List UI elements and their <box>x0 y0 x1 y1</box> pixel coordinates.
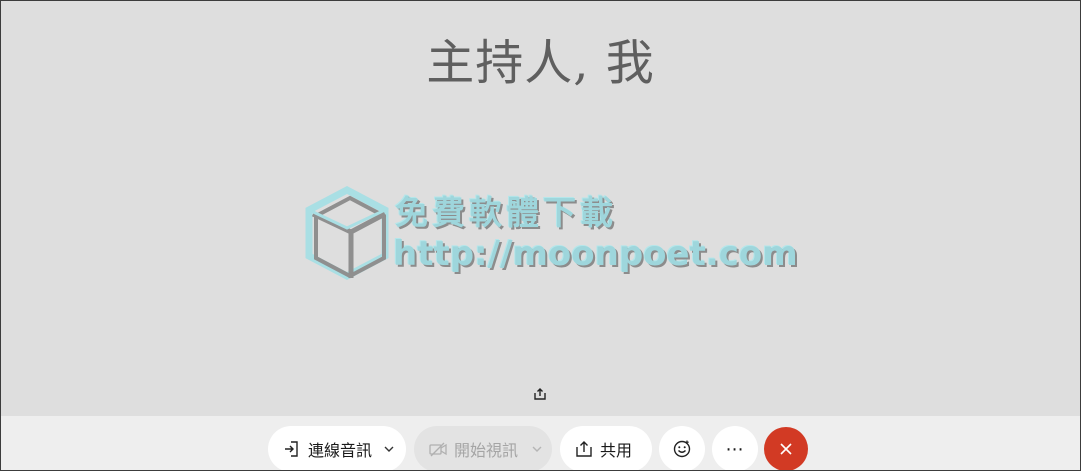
watermark: 免費軟體下載 http://moonpoet.com <box>301 184 798 294</box>
connect-audio-button[interactable]: 連線音訊 <box>268 426 406 470</box>
more-horizontal-icon: ⋯ <box>725 438 745 460</box>
more-options-button[interactable]: ⋯ <box>712 426 758 470</box>
host-name-label: 主持人, 我 <box>426 35 655 91</box>
watermark-title: 免費軟體下載 <box>395 193 617 232</box>
meeting-window: 主持人, 我 免費軟體下載 http://moonpoet.com 連線音訊 開… <box>0 0 1081 471</box>
share-button[interactable]: 共用 <box>560 426 652 470</box>
connect-audio-label: 連線音訊 <box>308 441 373 460</box>
share-upload-icon <box>574 439 594 459</box>
start-video-label: 開始視訊 <box>454 441 519 460</box>
share-label: 共用 <box>600 441 633 460</box>
watermark-url: http://moonpoet.com <box>393 234 798 274</box>
video-stage: 主持人, 我 免費軟體下載 http://moonpoet.com <box>1 1 1080 416</box>
reactions-button[interactable] <box>659 426 705 470</box>
share-indicator-icon <box>534 388 546 400</box>
video-camera-off-icon <box>428 439 448 459</box>
connect-audio-icon <box>282 439 302 459</box>
chevron-down-icon[interactable] <box>382 440 396 458</box>
start-video-button[interactable]: 開始視訊 <box>414 426 552 470</box>
close-x-icon <box>780 443 792 455</box>
smiley-icon <box>673 440 691 458</box>
cube-logo-icon <box>305 186 389 280</box>
meeting-control-bar: 連線音訊 開始視訊 共用 ⋯ <box>1 416 1080 470</box>
leave-meeting-button[interactable] <box>764 427 808 470</box>
chevron-down-icon[interactable] <box>530 440 544 458</box>
